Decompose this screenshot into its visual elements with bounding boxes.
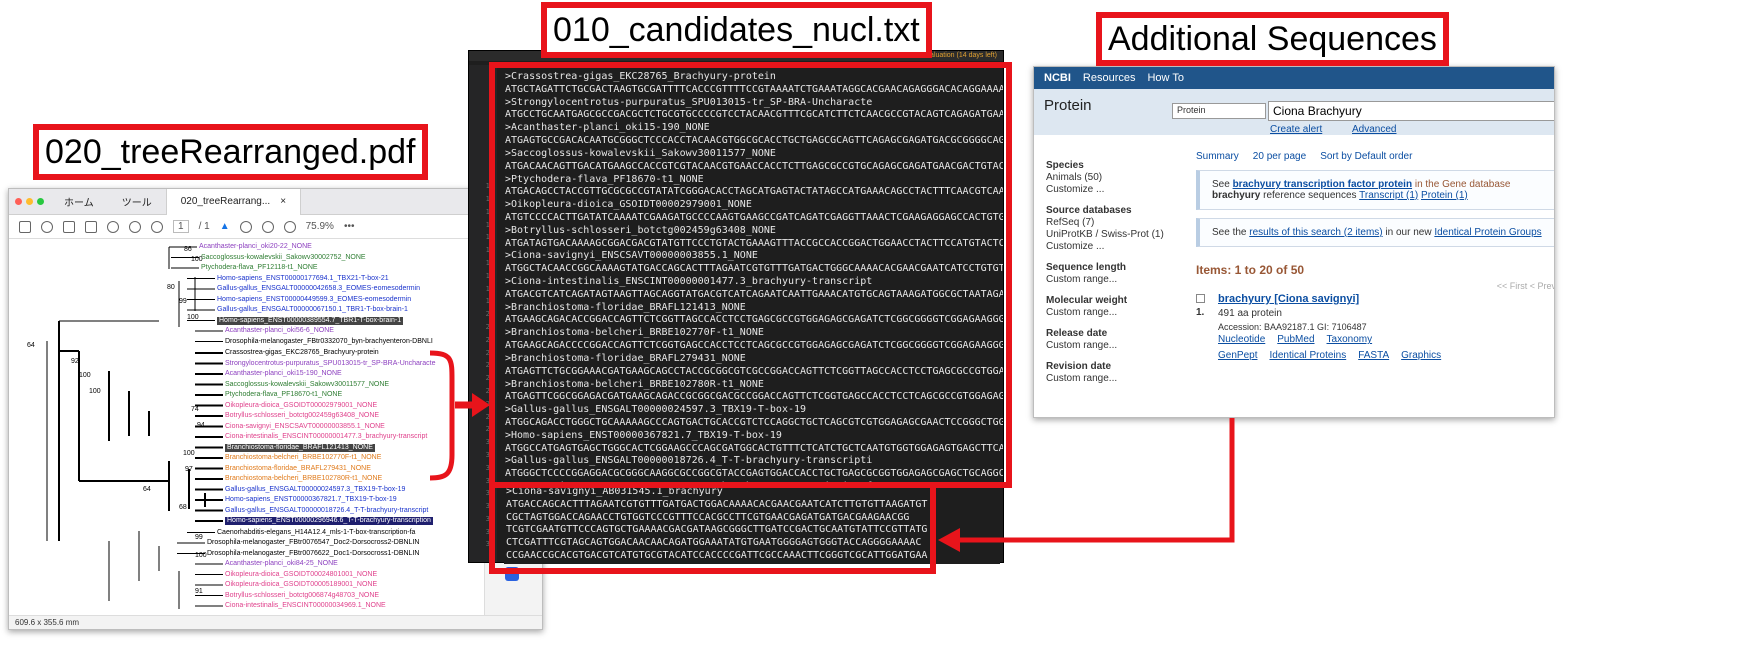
annotation-arrows — [429, 350, 1235, 552]
tree-to-editor-bracket — [429, 350, 455, 481]
ncbi-to-editor-line — [955, 418, 1235, 543]
tree-arrowhead — [472, 393, 490, 417]
ncbi-arrowhead — [938, 528, 960, 552]
